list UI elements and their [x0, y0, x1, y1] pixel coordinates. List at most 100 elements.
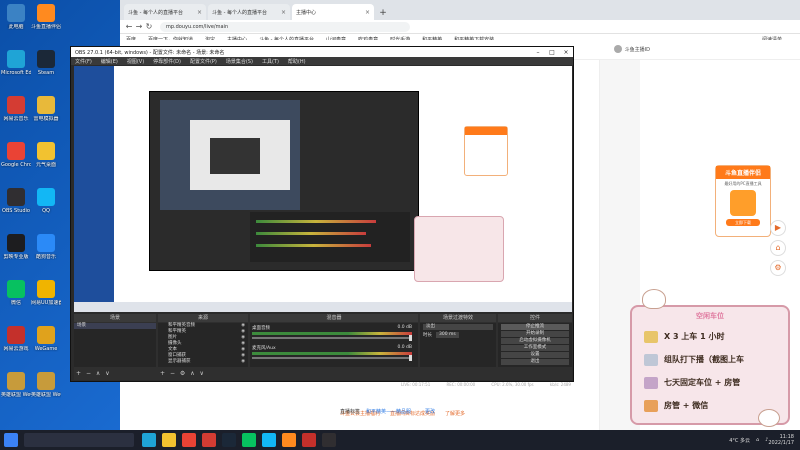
- avatar: [613, 45, 622, 53]
- desktop-icon[interactable]: 酷狗音乐: [31, 234, 61, 260]
- desktop-icon[interactable]: QQ: [31, 188, 61, 214]
- visibility-icon[interactable]: ◉: [241, 359, 245, 365]
- address-bar[interactable]: mp.douyu.com/live/main: [160, 21, 410, 32]
- desktop-icon[interactable]: Microsoft Edge: [1, 50, 31, 76]
- obs-icon[interactable]: [322, 433, 336, 447]
- slider-knob[interactable]: [409, 335, 412, 341]
- desktop-icon[interactable]: 雷电模拟器: [31, 96, 61, 122]
- obs-menu-item[interactable]: 帮助(H): [288, 58, 306, 65]
- obs-menu-item[interactable]: 编辑(E): [101, 58, 118, 65]
- nested-promo: [464, 126, 508, 176]
- obs-menu-item[interactable]: 场景集合(S): [226, 58, 253, 65]
- settings-icon[interactable]: ⚙: [770, 260, 786, 276]
- overlay-title: 空闲车位: [696, 312, 724, 320]
- control-button[interactable]: 启动虚拟摄像机: [501, 338, 569, 344]
- netease-cloud-icon[interactable]: [302, 433, 316, 447]
- wechat-icon[interactable]: [242, 433, 256, 447]
- add-icon[interactable]: +: [160, 370, 165, 377]
- desktop-icon[interactable]: 此电脑: [1, 4, 31, 30]
- volume-slider[interactable]: [252, 335, 412, 341]
- weather[interactable]: 4°C 多云: [729, 437, 750, 444]
- obs-menu-item[interactable]: 配置文件(P): [190, 58, 217, 65]
- account-menu[interactable]: 斗鱼主播ID: [613, 45, 650, 53]
- desktop-icons: 此电脑 斗鱼直播伴侣 Microsoft Edge Steam 网易云音乐雷电模拟器 Go…: [0, 0, 61, 430]
- control-button[interactable]: 设置: [501, 352, 569, 358]
- close-icon[interactable]: ×: [197, 9, 202, 16]
- obs-menu-item[interactable]: 文件(F): [75, 58, 92, 65]
- tag-change[interactable]: 更改: [425, 408, 435, 415]
- rec-timer: REC: 00:00:00: [446, 382, 476, 387]
- duration-input[interactable]: 300 ms: [436, 332, 459, 338]
- source-item[interactable]: 显示器捕获 ◉: [158, 359, 248, 365]
- desktop-icon[interactable]: 英雄联盟 WeGame版: [1, 372, 31, 398]
- download-button[interactable]: 立即下载: [726, 219, 760, 226]
- browser-tab-active[interactable]: 主播中心 ×: [292, 4, 374, 20]
- close-icon[interactable]: ×: [281, 9, 286, 16]
- reload-icon[interactable]: ↻: [144, 22, 154, 31]
- remove-icon[interactable]: −: [170, 370, 175, 377]
- desktop-icon[interactable]: 斗鱼直播伴侣: [31, 4, 61, 30]
- windows-start-icon[interactable]: [4, 433, 18, 447]
- up-icon[interactable]: ∧: [96, 370, 100, 377]
- desktop-icon[interactable]: OBS Studio: [1, 188, 31, 214]
- down-icon[interactable]: ∨: [200, 370, 204, 377]
- control-button[interactable]: 开始录制: [501, 331, 569, 337]
- up-icon[interactable]: ∧: [190, 370, 194, 377]
- chrome-icon[interactable]: [182, 433, 196, 447]
- qq-icon[interactable]: [262, 433, 276, 447]
- mixer-panel: 桌面音频 0.0 dB 麦克风/Aux 0.0 dB: [250, 323, 418, 367]
- control-button[interactable]: 停止推流: [501, 324, 569, 330]
- obs-preview[interactable]: [74, 66, 572, 312]
- obs-menu-item[interactable]: 视图(V): [127, 58, 144, 65]
- taskbar-search[interactable]: [24, 433, 134, 447]
- control-button[interactable]: 退出: [501, 359, 569, 365]
- kugou-icon: [37, 234, 55, 252]
- desktop-icon[interactable]: 网易云音乐: [1, 96, 31, 122]
- tab-title: 斗鱼 - 每个人的直播平台: [128, 9, 183, 16]
- home-icon[interactable]: ⌂: [770, 240, 786, 256]
- remove-icon[interactable]: −: [86, 370, 91, 377]
- douyu-icon[interactable]: [282, 433, 296, 447]
- add-icon[interactable]: +: [76, 370, 81, 377]
- transition-select[interactable]: 淡出: [423, 324, 493, 330]
- tag-link[interactable]: 和平精英——精品服: [366, 408, 411, 415]
- gear-icon[interactable]: ⚙: [180, 370, 185, 377]
- minimize-icon[interactable]: –: [531, 49, 545, 56]
- desktop-icon[interactable]: 网易云游戏: [1, 326, 31, 352]
- network-icon[interactable]: ⌂: [756, 437, 759, 443]
- play-icon[interactable]: ▶: [770, 220, 786, 236]
- obs-menu-item[interactable]: 停靠部件(D): [153, 58, 181, 65]
- source-name: 窗口捕获: [168, 353, 186, 358]
- new-tab-button[interactable]: +: [376, 6, 390, 20]
- slider-knob[interactable]: [409, 355, 412, 361]
- clock[interactable]: 11:18 2022/1/17: [768, 434, 794, 446]
- edge-icon[interactable]: [142, 433, 156, 447]
- close-icon[interactable]: ×: [365, 9, 370, 16]
- control-button[interactable]: 工作室模式: [501, 345, 569, 351]
- scene-item[interactable]: 场景: [74, 323, 156, 329]
- desktop-icon[interactable]: 网易UU加速器: [31, 280, 61, 306]
- desktop-icon[interactable]: WeGame: [31, 326, 61, 352]
- system-tray: 4°C 多云 ⌂ ♪ 11:18 2022/1/17: [723, 434, 800, 446]
- duration-label: 时长: [423, 333, 432, 338]
- footer-link[interactable]: 了解更多: [445, 410, 465, 417]
- desktop-icon[interactable]: Steam: [31, 50, 61, 76]
- lol-icon: [37, 372, 55, 390]
- browser-tab[interactable]: 斗鱼 - 每个人的直播平台 ×: [208, 4, 290, 20]
- obs-menu-item[interactable]: 工具(T): [262, 58, 279, 65]
- desktop-icon[interactable]: 微信: [1, 280, 31, 306]
- netease-music-icon[interactable]: [202, 433, 216, 447]
- steam-icon[interactable]: [222, 433, 236, 447]
- browser-tab[interactable]: 斗鱼 - 每个人的直播平台 ×: [124, 4, 206, 20]
- desktop-icon[interactable]: Google Chrome: [1, 142, 31, 168]
- explorer-icon[interactable]: [162, 433, 176, 447]
- down-icon[interactable]: ∨: [105, 370, 109, 377]
- back-icon[interactable]: ←: [124, 22, 134, 31]
- desktop-icon[interactable]: 英雄联盟 WeGame版: [31, 372, 61, 398]
- desktop-icon[interactable]: 元气桌面: [31, 142, 61, 168]
- forward-icon[interactable]: →: [134, 22, 144, 31]
- close-icon[interactable]: ×: [559, 49, 573, 56]
- desktop-icon[interactable]: 剪映专业版: [1, 234, 31, 260]
- volume-slider[interactable]: [252, 355, 412, 361]
- maximize-icon[interactable]: □: [545, 49, 559, 56]
